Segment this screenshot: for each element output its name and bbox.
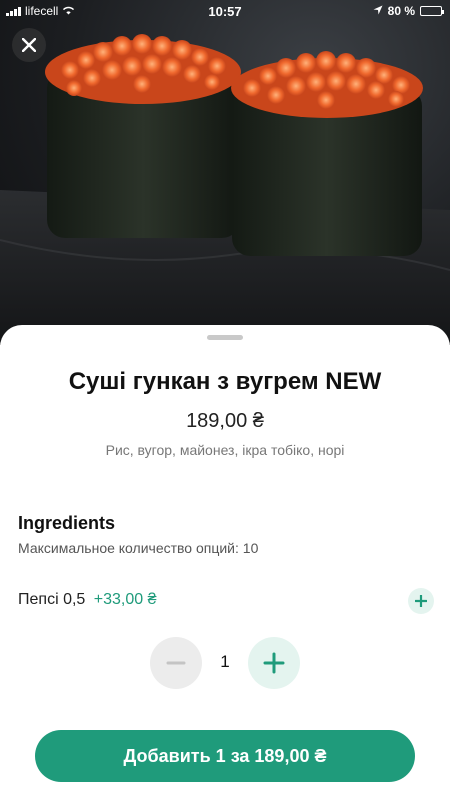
sushi-illustration: [0, 34, 450, 345]
option-add-button[interactable]: [408, 588, 434, 614]
increase-quantity-button[interactable]: [248, 637, 300, 689]
quantity-stepper: 1: [0, 637, 450, 691]
plus-icon: [415, 595, 427, 607]
minus-icon: [166, 661, 186, 665]
sheet-drag-handle[interactable]: [207, 335, 243, 340]
quantity-value: 1: [220, 652, 230, 671]
product-title: Суші гункан з вугрем NEW: [68, 368, 382, 395]
option-label-wrap: Пепсі 0,5 +33,00 ₴: [18, 591, 157, 609]
option-price: +33,00 ₴: [93, 591, 157, 608]
product-photo: [0, 0, 450, 345]
product-sheet: Суші гункан з вугрем NEW 189,00 ₴ Рис, в…: [0, 325, 450, 800]
decrease-quantity-button[interactable]: [150, 637, 202, 689]
add-to-cart-button[interactable]: Добавить 1 за 189,00 ₴: [35, 730, 415, 782]
close-button[interactable]: [12, 28, 46, 62]
battery-percent: 80 %: [387, 4, 415, 18]
ingredients-heading: Ingredients: [18, 513, 116, 533]
battery-icon: [420, 6, 444, 16]
status-bar: lifecell 10:57 80 %: [0, 0, 450, 22]
option-row[interactable]: Пепсі 0,5 +33,00 ₴: [18, 587, 434, 615]
close-icon: [22, 38, 36, 52]
location-arrow-icon: [373, 4, 383, 18]
product-description: Рис, вугор, майонез, ікра тобіко, норі: [105, 442, 345, 458]
product-price: 189,00 ₴: [186, 410, 264, 432]
add-to-cart-label: Добавить 1 за 189,00 ₴: [123, 745, 327, 766]
ingredients-limit-note: Максимальное количество опций: 10: [18, 540, 259, 556]
option-label: Пепсі 0,5: [18, 591, 86, 608]
plus-icon: [263, 652, 285, 674]
status-right: 80 %: [373, 4, 444, 18]
